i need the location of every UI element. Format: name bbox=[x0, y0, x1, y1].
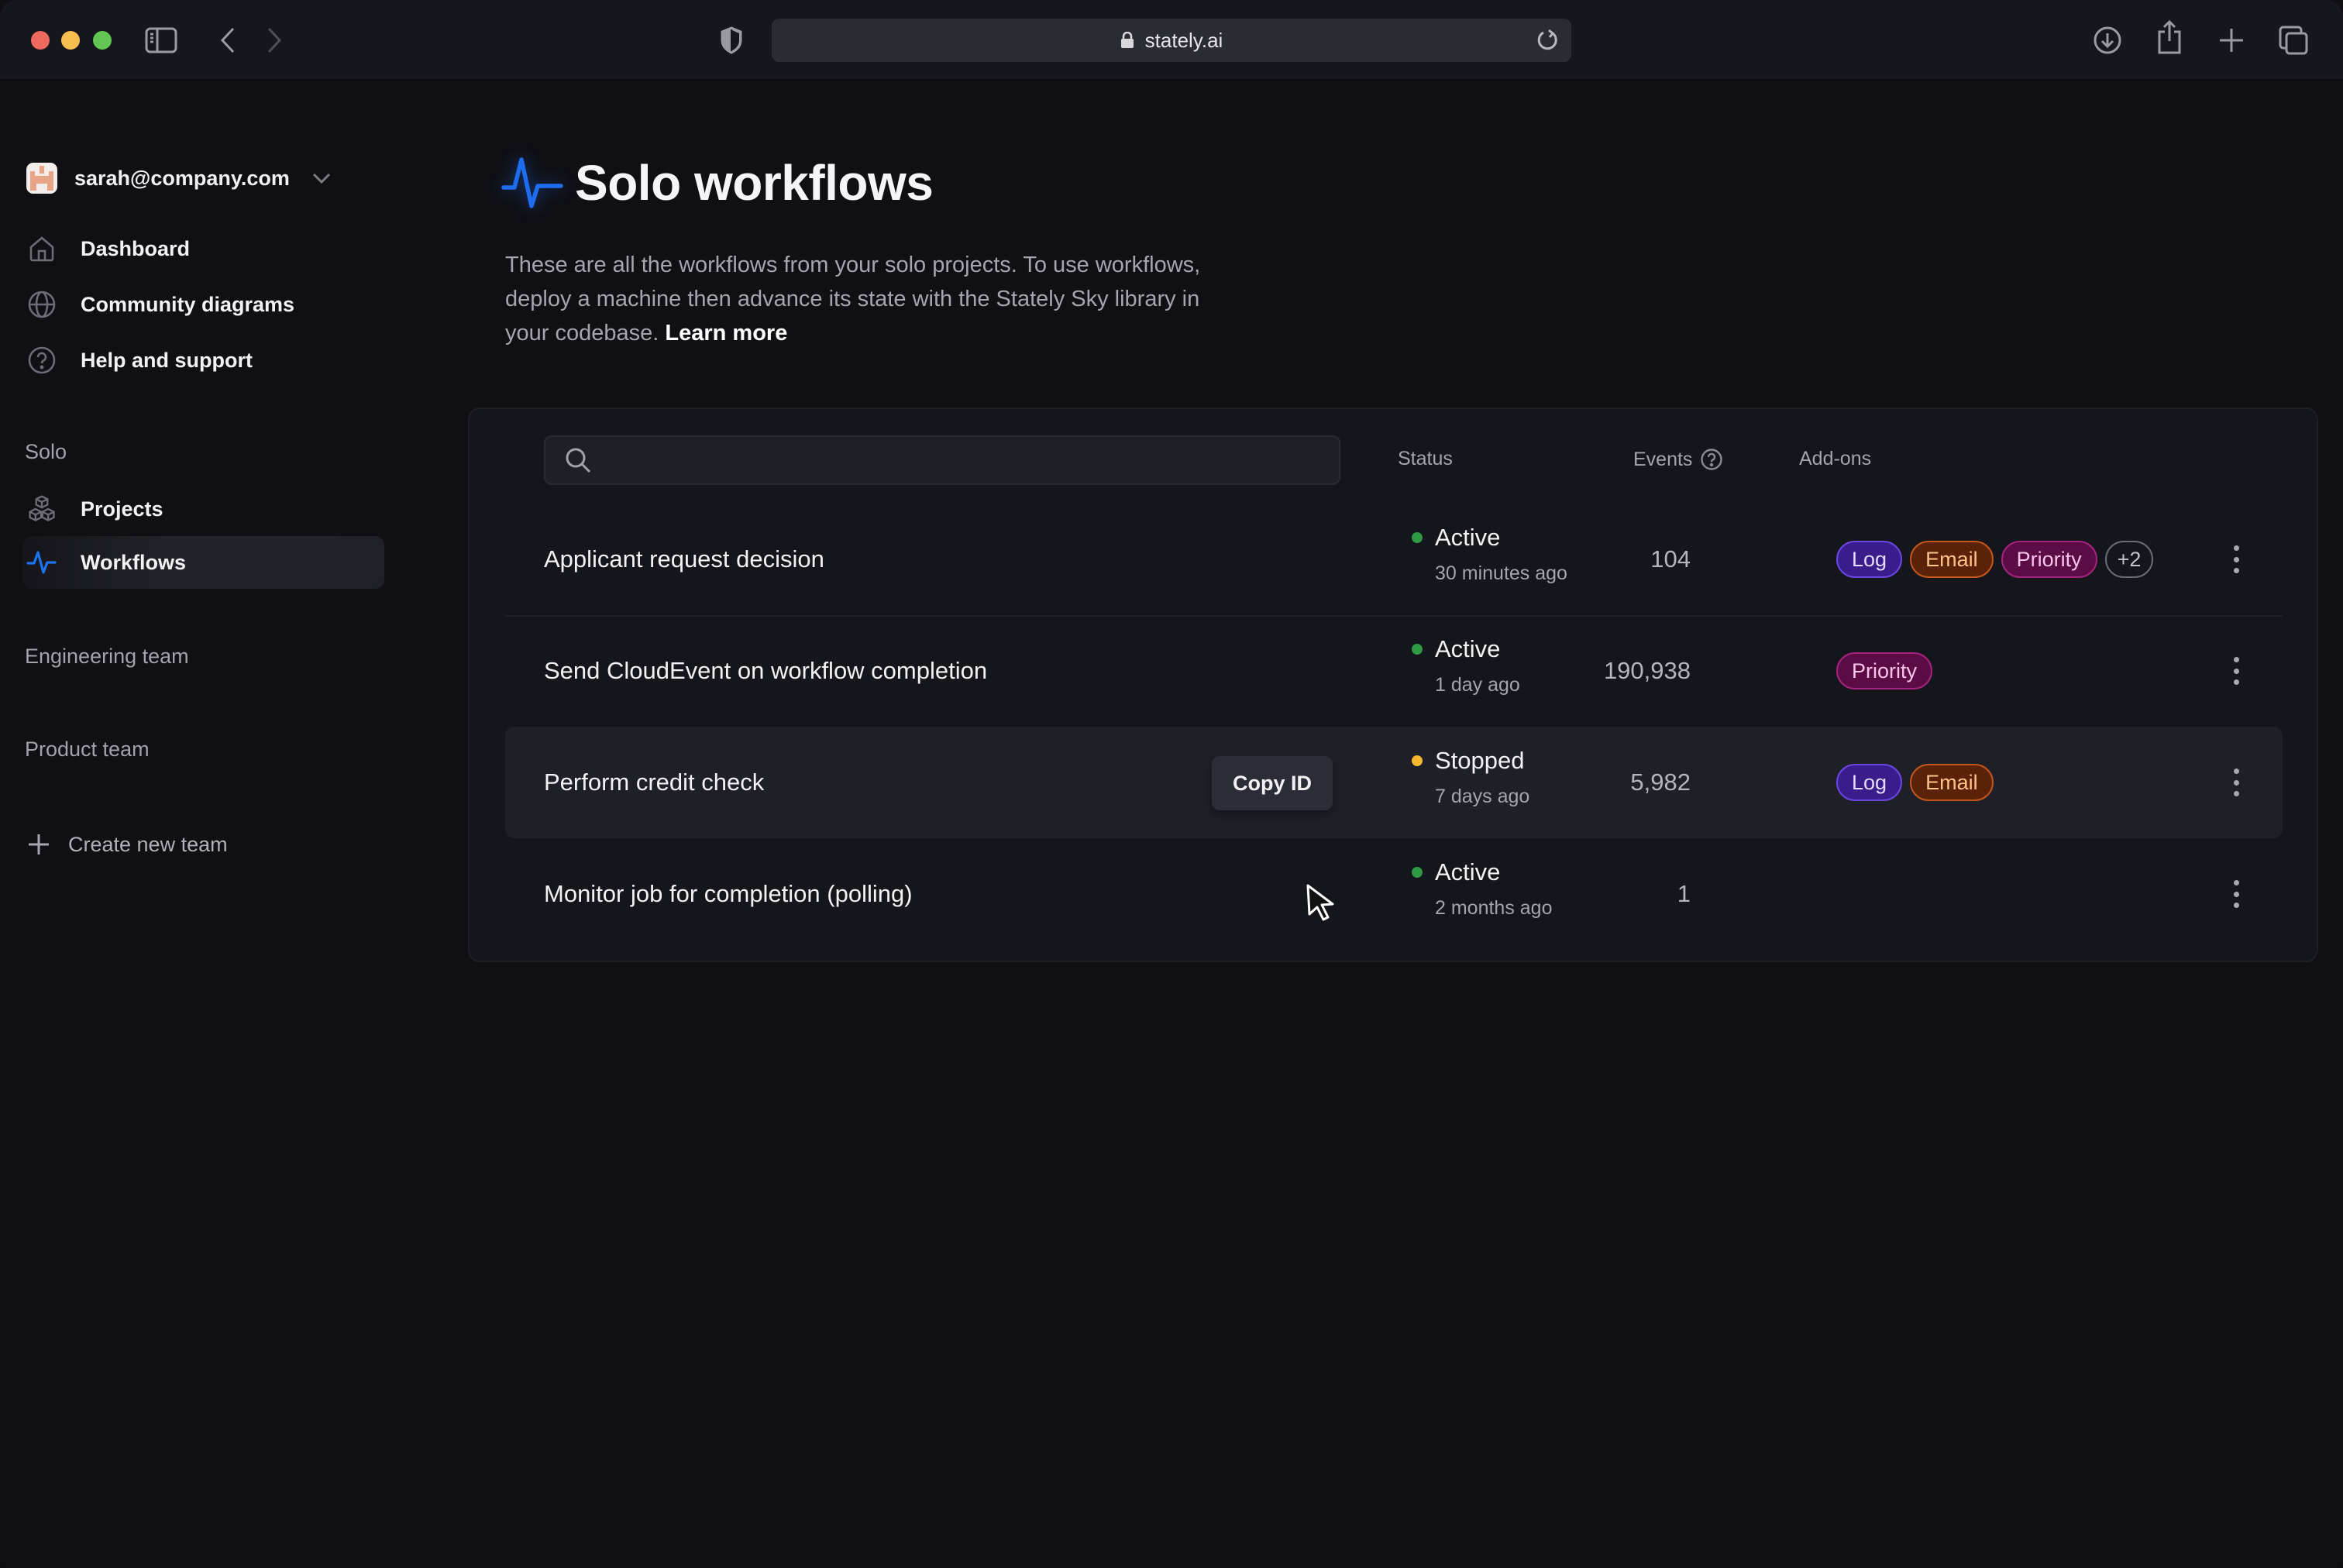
more-options-icon[interactable] bbox=[2224, 877, 2248, 911]
addon-badge-email: Email bbox=[1910, 764, 1994, 801]
create-team-label: Create new team bbox=[68, 832, 228, 856]
page-title: Solo workflows bbox=[575, 155, 934, 211]
sidebar-item-community-diagrams[interactable]: Community diagrams bbox=[23, 278, 384, 331]
reload-icon[interactable] bbox=[1536, 28, 1560, 53]
events-count: 190,938 bbox=[1603, 657, 1691, 684]
addon-badge-priority: Priority bbox=[2001, 541, 2097, 578]
table-row[interactable]: Perform credit check Copy ID Stopped 7 da… bbox=[505, 727, 2283, 838]
zoom-window-button[interactable] bbox=[93, 31, 112, 50]
page-header: Solo workflows bbox=[501, 150, 934, 215]
plus-icon bbox=[26, 832, 51, 857]
sidebar-item-label: Community diagrams bbox=[81, 292, 295, 316]
browser-toolbar: stately.ai bbox=[0, 0, 2343, 81]
lock-icon bbox=[1120, 31, 1134, 49]
search-input[interactable] bbox=[601, 437, 1339, 483]
download-icon[interactable] bbox=[2092, 25, 2123, 56]
table-row[interactable]: Monitor job for completion (polling) Act… bbox=[505, 838, 2283, 950]
addon-badge-priority: Priority bbox=[1836, 652, 1933, 689]
addon-badge-email: Email bbox=[1910, 541, 1994, 578]
search-field[interactable] bbox=[544, 435, 1340, 485]
close-window-button[interactable] bbox=[31, 31, 50, 50]
help-circle-icon[interactable] bbox=[1700, 448, 1723, 471]
mouse-cursor-icon bbox=[1305, 883, 1339, 922]
globe-icon bbox=[26, 289, 57, 320]
sidebar-item-workflows[interactable]: Workflows bbox=[23, 536, 384, 589]
workflows-table: Status Events Add-ons Applicant request … bbox=[468, 407, 2318, 962]
help-circle-icon bbox=[26, 345, 57, 376]
sidebar: sarah@company.com Dashboard Community di… bbox=[0, 81, 434, 1568]
learn-more-link[interactable]: Learn more bbox=[665, 321, 787, 346]
column-header-addons: Add-ons bbox=[1799, 448, 1872, 469]
main-content: Solo workflows These are all the workflo… bbox=[434, 81, 2343, 1568]
chevron-right-icon[interactable] bbox=[263, 23, 285, 57]
addon-badge-more[interactable]: +2 bbox=[2104, 541, 2154, 578]
more-options-icon[interactable] bbox=[2224, 542, 2248, 576]
tabs-overview-icon[interactable] bbox=[2276, 23, 2310, 57]
url-text: stately.ai bbox=[1144, 28, 1223, 52]
addon-badge-log: Log bbox=[1836, 541, 1903, 578]
table-row[interactable]: Send CloudEvent on workflow completion A… bbox=[505, 615, 2283, 727]
addon-badge-log: Log bbox=[1836, 764, 1903, 801]
address-bar[interactable]: stately.ai bbox=[772, 19, 1571, 62]
cubes-icon bbox=[26, 493, 57, 524]
search-icon bbox=[564, 446, 592, 474]
addons-list: Log Email bbox=[1836, 764, 1994, 801]
addons-list: Log Email Priority +2 bbox=[1836, 541, 2154, 578]
events-count: 104 bbox=[1650, 545, 1691, 573]
chevron-left-icon[interactable] bbox=[217, 23, 239, 57]
column-header-events[interactable]: Events bbox=[1633, 448, 1723, 471]
addons-list: Priority bbox=[1836, 652, 1933, 689]
events-count: 1 bbox=[1677, 880, 1691, 907]
browser-window: stately.ai sarah@company.com Dashboard C… bbox=[0, 0, 2343, 1568]
shield-icon[interactable] bbox=[719, 25, 744, 56]
sidebar-team-engineering[interactable]: Engineering team bbox=[25, 645, 189, 669]
column-header-events-label: Events bbox=[1633, 448, 1693, 470]
account-switcher[interactable]: sarah@company.com bbox=[26, 160, 332, 197]
account-email: sarah@company.com bbox=[74, 166, 290, 190]
pulse-icon bbox=[26, 547, 57, 578]
sidebar-icon[interactable] bbox=[143, 25, 180, 56]
section-label-solo: Solo bbox=[25, 440, 67, 463]
share-icon[interactable] bbox=[2154, 19, 2185, 56]
minimize-window-button[interactable] bbox=[61, 31, 80, 50]
more-options-icon[interactable] bbox=[2224, 654, 2248, 688]
pulse-icon bbox=[501, 150, 566, 215]
sidebar-item-dashboard[interactable]: Dashboard bbox=[23, 222, 384, 275]
table-row[interactable]: Applicant request decision Active 30 min… bbox=[505, 504, 2283, 615]
column-header-status[interactable]: Status bbox=[1398, 448, 1453, 470]
plus-icon[interactable] bbox=[2216, 25, 2247, 56]
sidebar-item-label: Workflows bbox=[81, 550, 187, 574]
sidebar-team-product[interactable]: Product team bbox=[25, 738, 150, 762]
sidebar-item-label: Dashboard bbox=[81, 236, 191, 260]
chevron-down-icon bbox=[311, 171, 332, 185]
home-icon bbox=[26, 233, 57, 264]
events-count: 5,982 bbox=[1630, 769, 1691, 796]
sidebar-item-label: Help and support bbox=[81, 348, 253, 372]
description-text: These are all the workflows from your so… bbox=[505, 253, 1201, 346]
sidebar-item-help-and-support[interactable]: Help and support bbox=[23, 334, 384, 387]
create-team-button[interactable]: Create new team bbox=[26, 826, 228, 863]
page-description: These are all the workflows from your so… bbox=[505, 248, 1202, 350]
sidebar-item-label: Projects bbox=[81, 497, 163, 521]
avatar bbox=[26, 163, 57, 194]
sidebar-item-projects[interactable]: Projects bbox=[23, 483, 384, 535]
more-options-icon[interactable] bbox=[2224, 765, 2248, 799]
